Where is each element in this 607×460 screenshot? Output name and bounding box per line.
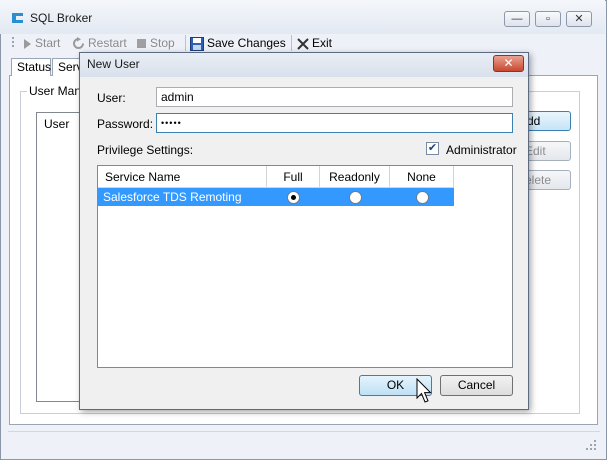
minimize-button[interactable]: — (504, 11, 530, 27)
user-list-header: User (44, 117, 70, 131)
check-icon: ✔ (427, 142, 438, 154)
readonly-radio[interactable] (349, 191, 362, 204)
column-header-full[interactable]: Full (267, 166, 320, 188)
minimize-icon: — (511, 13, 523, 25)
close-button[interactable]: ✕ (566, 11, 592, 27)
stop-button[interactable]: Stop (136, 35, 175, 51)
toolbar-grip (12, 37, 14, 47)
save-label: Save Changes (207, 36, 286, 50)
save-changes-button[interactable]: Save Changes (190, 35, 286, 51)
tab-status[interactable]: Status (11, 58, 51, 76)
cancel-button[interactable]: Cancel (440, 375, 513, 396)
start-icon (24, 38, 31, 49)
window-title: SQL Broker (30, 11, 93, 25)
stop-label: Stop (150, 36, 175, 50)
column-header-none[interactable]: None (390, 166, 454, 188)
dialog-close-button[interactable]: ✕ (493, 55, 524, 72)
maximize-icon: ▫ (546, 13, 550, 25)
privilege-settings-label: Privilege Settings: (97, 143, 194, 157)
full-radio[interactable] (287, 191, 300, 204)
dialog-title: New User (87, 57, 140, 71)
dialog-title-bar[interactable] (80, 53, 528, 77)
toolbar-separator (291, 35, 292, 51)
toolbar-separator (185, 35, 186, 51)
close-icon: ✕ (574, 13, 584, 25)
exit-icon (297, 38, 309, 50)
column-header-service-name[interactable]: Service Name (98, 166, 267, 188)
radio-selected-dot (291, 195, 296, 200)
stop-icon (137, 39, 146, 49)
user-input[interactable]: admin (156, 87, 513, 107)
administrator-checkbox[interactable]: ✔ (426, 142, 439, 155)
restart-label: Restart (88, 36, 127, 50)
maximize-button[interactable]: ▫ (535, 11, 561, 27)
column-header-readonly[interactable]: Readonly (320, 166, 390, 188)
close-icon: ✕ (503, 56, 514, 70)
status-bar (8, 431, 600, 452)
service-name-cell: Salesforce TDS Remoting (103, 190, 242, 204)
save-icon (190, 36, 204, 51)
start-label: Start (35, 36, 61, 50)
restart-icon (73, 37, 84, 50)
password-input[interactable]: ••••• (156, 113, 513, 133)
app-icon (12, 13, 23, 23)
password-label: Password: (97, 117, 154, 131)
start-button[interactable]: Start (22, 35, 60, 51)
exit-button[interactable]: Exit (297, 35, 332, 51)
restart-button[interactable]: Restart (72, 35, 127, 51)
none-radio[interactable] (416, 191, 429, 204)
user-label: User: (97, 91, 126, 105)
exit-label: Exit (312, 36, 333, 50)
mouse-cursor-icon (416, 378, 432, 403)
administrator-label: Administrator (446, 143, 517, 157)
size-grip-icon[interactable] (586, 440, 597, 451)
